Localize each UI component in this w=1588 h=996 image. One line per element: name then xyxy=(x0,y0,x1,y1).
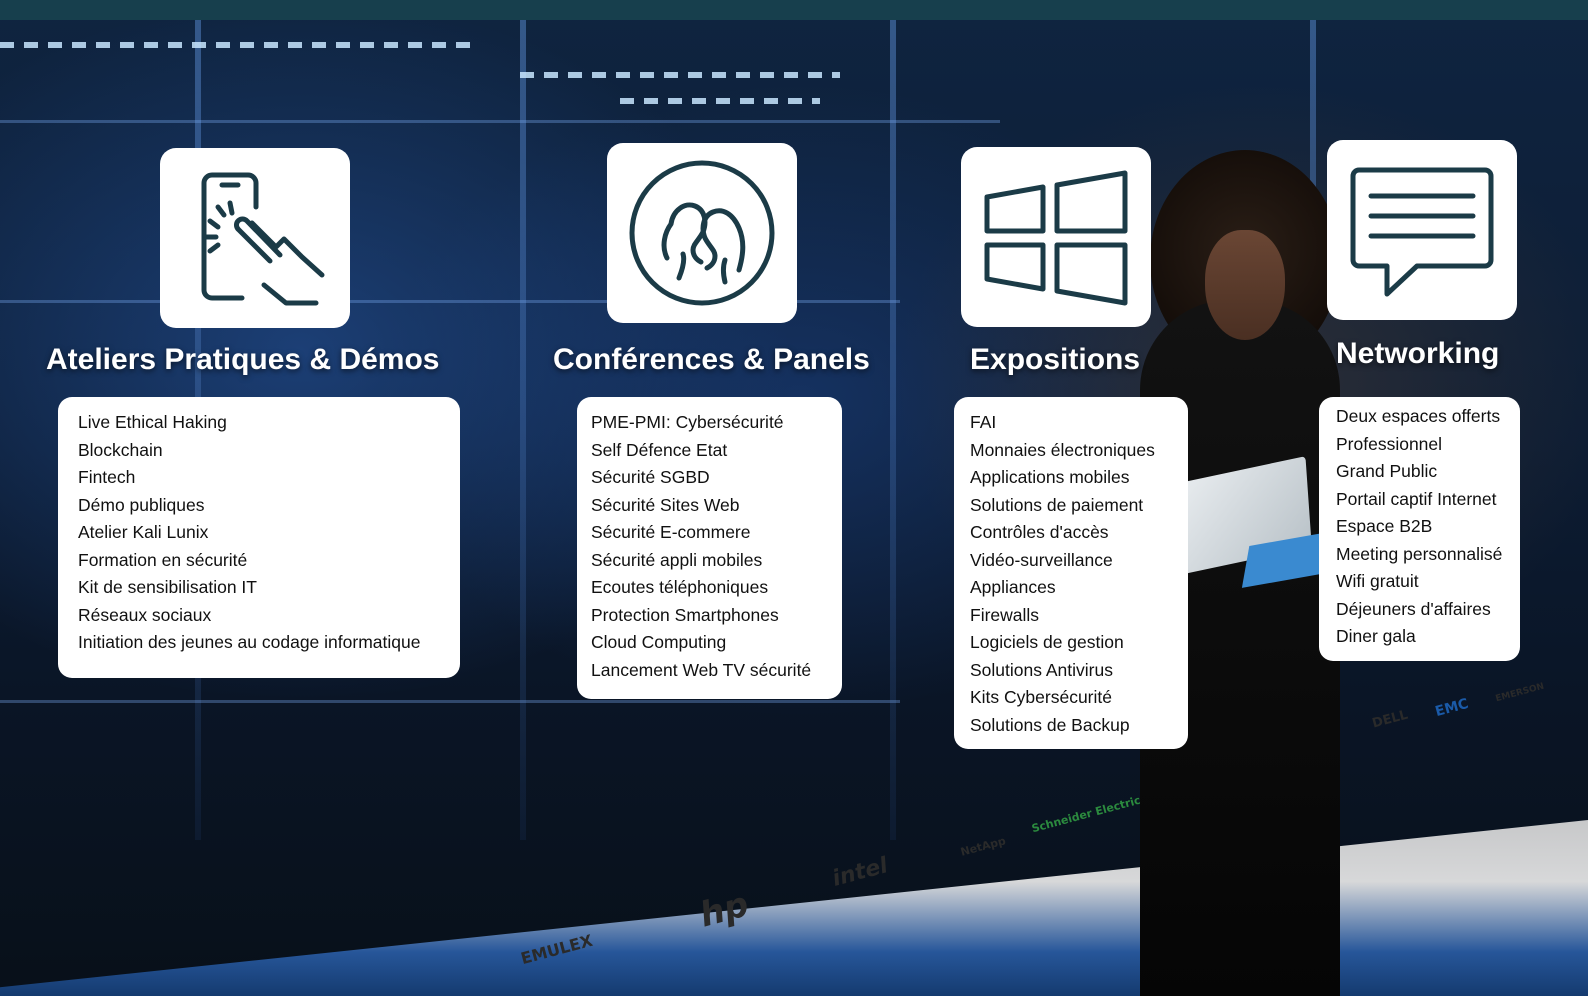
list-item: Fintech xyxy=(78,467,136,487)
list-item: Firewalls xyxy=(970,604,1040,625)
list-item: Démo publiques xyxy=(78,494,205,515)
list-item: FAI xyxy=(970,412,997,432)
rack-frame xyxy=(520,20,526,840)
section-list: Live Ethical Haking Blockchain Fintech D… xyxy=(58,397,460,678)
list-item: PME-PMI: Cybersécurité xyxy=(591,412,784,432)
list-item: Monnaies électroniques xyxy=(970,439,1155,460)
list-item: Solutions de paiement xyxy=(970,494,1144,515)
list-item: Déjeuners d'affaires xyxy=(1336,598,1491,619)
list-item: Self Défence Etat xyxy=(591,439,728,460)
list-item: Diner gala xyxy=(1336,626,1416,646)
list-item: Sécurité E-commere xyxy=(591,522,751,542)
vendor-logo-emc: EMC xyxy=(1433,695,1471,721)
list-item: Grand Public xyxy=(1336,461,1438,481)
list-item: Espace B2B xyxy=(1336,516,1433,536)
list-item: Ecoutes téléphoniques xyxy=(591,577,769,597)
list-item: Sécurité SGBD xyxy=(591,467,710,487)
section-list: Deux espaces offerts Professionnel Grand… xyxy=(1319,397,1520,661)
list-item: Blockchain xyxy=(78,439,163,460)
section-title: Ateliers Pratiques & Démos xyxy=(46,343,440,376)
list-item: Logiciels de gestion xyxy=(970,632,1124,652)
person-photo-face xyxy=(1205,230,1285,340)
list-item: Réseaux sociaux xyxy=(78,604,212,625)
vendor-logo-netapp: NetApp xyxy=(959,834,1008,859)
vendor-banner xyxy=(0,820,1588,996)
list-item: Solutions de Backup xyxy=(970,714,1130,735)
server-leds xyxy=(620,98,820,104)
touch-screen-icon xyxy=(160,148,350,328)
section-title: Conférences & Panels xyxy=(553,343,870,376)
server-leds xyxy=(520,72,840,78)
section-list: PME-PMI: Cybersécurité Self Défence Etat… xyxy=(577,397,842,699)
list-item: Formation en sécurité xyxy=(78,549,248,570)
vendor-logo-schneider: Schneider Electric xyxy=(1030,793,1142,836)
chat-bubble-icon xyxy=(1327,140,1517,320)
list-item: Sécurité appli mobiles xyxy=(591,549,763,570)
section-list: FAI Monnaies électroniques Applications … xyxy=(954,397,1188,749)
vendor-logo-emerson: EMERSON xyxy=(1494,681,1546,705)
rack-frame xyxy=(890,20,896,840)
list-item: Solutions Antivirus xyxy=(970,659,1113,680)
list-item: Initiation des jeunes au codage informat… xyxy=(78,632,421,652)
vendor-logo-intel: intel xyxy=(829,853,891,892)
hero-banner: EMULEX hp intel NetApp Schneider Electri… xyxy=(0,0,1588,996)
list-item: Meeting personnalisé xyxy=(1336,543,1503,564)
list-item: Appliances xyxy=(970,577,1056,597)
list-item: Applications mobiles xyxy=(970,467,1130,487)
list-item: Contrôles d'accès xyxy=(970,522,1109,542)
vendor-logo-dell: DELL xyxy=(1370,707,1410,732)
server-leds xyxy=(0,42,480,48)
list-item: Cloud Computing xyxy=(591,632,727,652)
people-talking-icon xyxy=(607,143,797,323)
list-item: Sécurité Sites Web xyxy=(591,494,740,515)
list-item: Portail captif Internet xyxy=(1336,488,1497,509)
windows-logo-icon xyxy=(961,147,1151,327)
list-item: Lancement Web TV sécurité xyxy=(591,659,812,680)
list-item: Kits Cybersécurité xyxy=(970,687,1112,707)
section-title: Expositions xyxy=(970,343,1141,376)
list-item: Live Ethical Haking xyxy=(78,412,227,432)
rack-shelf xyxy=(0,120,1000,123)
list-item: Professionnel xyxy=(1336,433,1443,454)
rack-shelf xyxy=(0,700,900,703)
list-item: Wifi gratuit xyxy=(1336,571,1419,591)
list-item: Vidéo-surveillance xyxy=(970,549,1113,570)
list-item: Atelier Kali Lunix xyxy=(78,522,209,542)
top-bar xyxy=(0,0,1588,20)
list-item: Kit de sensibilisation IT xyxy=(78,577,257,597)
section-title: Networking xyxy=(1336,337,1500,370)
list-item: Protection Smartphones xyxy=(591,604,779,625)
list-item: Deux espaces offerts xyxy=(1336,406,1501,426)
